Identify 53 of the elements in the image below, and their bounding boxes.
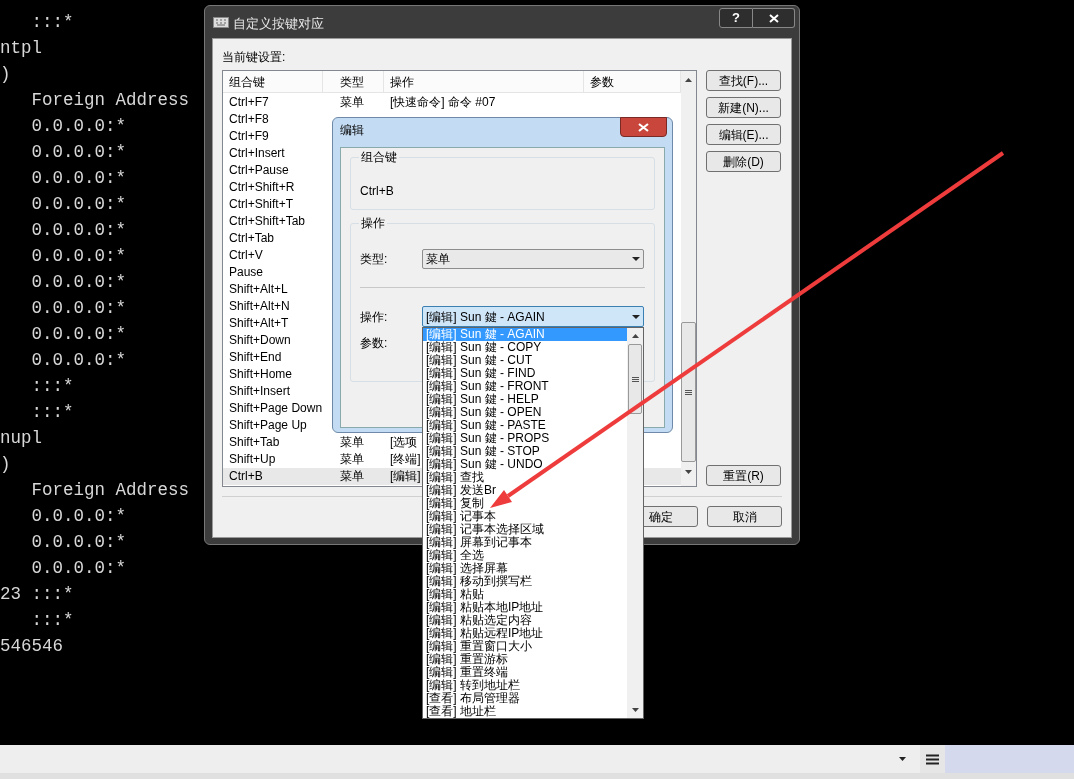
table-cell: 菜单 <box>340 469 364 483</box>
table-cell: 菜单 <box>340 435 364 449</box>
table-cell: [终端] <box>390 452 421 466</box>
table-cell: Ctrl+F8 <box>229 112 269 126</box>
terminal-line: 0.0.0.0:* <box>30 505 128 528</box>
table-cell: [编辑] <box>390 469 421 483</box>
terminal-line: 0.0.0.0:* <box>30 193 128 216</box>
terminal-line: :::* <box>30 11 75 34</box>
table-cell: Ctrl+Pause <box>229 163 289 177</box>
table-cell: Ctrl+F7 <box>229 95 269 109</box>
terminal-line: 0.0.0.0:* <box>30 531 128 554</box>
terminal-line: 0.0.0.0:* <box>30 141 128 164</box>
terminal-line: ) <box>0 63 12 86</box>
terminal-line: Foreign Address <box>30 479 190 502</box>
action-label: 操作: <box>360 308 389 326</box>
terminal-line: :::* <box>30 401 75 424</box>
table-cell: [快速命令] 命令 #07 <box>390 95 496 109</box>
table-cell: Shift+Up <box>229 452 276 466</box>
terminal-line: 0.0.0.0:* <box>30 323 128 346</box>
table-cell: Ctrl+B <box>229 469 263 483</box>
terminal-line: 0.0.0.0:* <box>30 557 128 580</box>
terminal-line: 0.0.0.0:* <box>30 115 128 138</box>
group-title: 组合键 <box>359 150 399 164</box>
terminal-line: ) <box>0 453 12 476</box>
terminal-line: Foreign Address <box>30 89 190 112</box>
terminal-line: ntpl <box>0 37 43 60</box>
terminal-line: 23 :::* <box>0 583 75 606</box>
table-cell: Pause <box>229 265 264 279</box>
terminal-line: 546546 <box>0 635 64 658</box>
dialog-title: 编辑 <box>340 122 364 139</box>
terminal-line: 0.0.0.0:* <box>30 167 128 190</box>
terminal-line: :::* <box>30 609 75 632</box>
terminal-line: 0.0.0.0:* <box>30 245 128 268</box>
terminal-line: 0.0.0.0:* <box>30 297 128 320</box>
key-value: Ctrl+B <box>360 183 395 200</box>
table-cell: 菜单 <box>340 95 364 109</box>
type-label: 类型: <box>360 251 389 268</box>
table-cell: Shift+Alt+L <box>229 282 288 296</box>
terminal-line: 0.0.0.0:* <box>30 271 128 294</box>
table-cell: Shift+Tab <box>229 435 280 449</box>
window-title: 自定义按键对应 <box>233 15 324 33</box>
section-label: 当前键设置: <box>222 49 287 66</box>
table-cell: Ctrl+Tab <box>229 231 275 245</box>
param-label: 参数: <box>360 335 388 352</box>
table-cell: [选项 <box>390 435 418 449</box>
table-cell: 菜单 <box>340 452 364 466</box>
table-cell: Ctrl+Shift+T <box>229 197 294 211</box>
terminal-line: 0.0.0.0:* <box>30 349 128 372</box>
terminal-line: 0.0.0.0:* <box>30 219 128 242</box>
group-title: 操作 <box>359 216 387 230</box>
terminal-line: nupl <box>0 427 43 450</box>
terminal-line: :::* <box>30 375 75 398</box>
table-cell: Shift+Alt+N <box>229 299 290 313</box>
